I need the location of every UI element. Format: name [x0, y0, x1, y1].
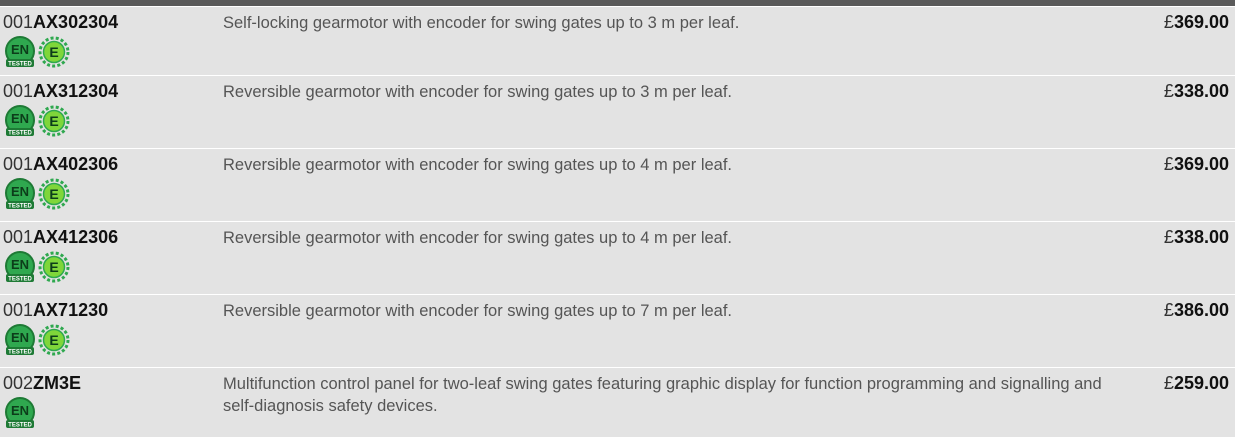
price-amount: 338.00: [1173, 227, 1229, 247]
price: £338.00: [1164, 81, 1229, 101]
energy-saving-e-icon: E: [38, 178, 70, 210]
svg-text:E: E: [49, 113, 58, 129]
product-description: Reversible gearmotor with encoder for sw…: [223, 156, 733, 174]
svg-text:TESTED: TESTED: [8, 62, 32, 68]
currency-symbol: £: [1163, 12, 1174, 32]
price: £369.00: [1164, 154, 1229, 174]
en-tested-icon: EN TESTED: [3, 396, 37, 430]
table-row: 002ZM3E EN TESTED Multifunction control …: [0, 367, 1235, 437]
table-row: 001AX412306 EN TESTED E Reversible gearm…: [0, 221, 1235, 294]
energy-saving-e-icon: E: [38, 36, 70, 68]
model-number: AX412306: [33, 227, 119, 247]
code-prefix: 002: [3, 373, 34, 393]
svg-text:E: E: [49, 186, 58, 202]
product-code: 001AX412306: [3, 227, 118, 247]
price: £386.00: [1164, 300, 1229, 320]
svg-text:EN: EN: [11, 257, 29, 272]
price-amount: 386.00: [1173, 300, 1229, 320]
product-code: 001AX302304: [3, 12, 118, 32]
model-number: AX402306: [33, 154, 119, 174]
code-prefix: 001: [3, 227, 34, 247]
certification-badges: EN TESTED E: [3, 323, 70, 357]
svg-text:EN: EN: [11, 184, 29, 199]
price: £259.00: [1164, 373, 1229, 393]
price-amount: 369.00: [1173, 12, 1229, 32]
product-description: Reversible gearmotor with encoder for sw…: [223, 302, 733, 320]
en-tested-icon: EN TESTED: [3, 177, 37, 211]
code-prefix: 001: [3, 154, 34, 174]
svg-text:TESTED: TESTED: [8, 350, 32, 356]
svg-text:TESTED: TESTED: [8, 204, 32, 210]
model-number: AX302304: [33, 12, 119, 32]
svg-text:EN: EN: [11, 330, 29, 345]
code-prefix: 001: [3, 12, 34, 32]
energy-saving-e-icon: E: [38, 105, 70, 137]
product-code: 001AX312304: [3, 81, 118, 101]
currency-symbol: £: [1163, 81, 1174, 101]
svg-text:TESTED: TESTED: [8, 423, 32, 429]
energy-saving-e-icon: E: [38, 251, 70, 283]
product-price-table: 001AX302304 EN TESTED E Self-locking gea…: [0, 6, 1235, 437]
model-number: AX71230: [33, 300, 109, 320]
model-number: AX312304: [33, 81, 119, 101]
certification-badges: EN TESTED: [3, 396, 37, 430]
price: £369.00: [1164, 12, 1229, 32]
svg-text:E: E: [49, 44, 58, 60]
svg-text:E: E: [49, 332, 58, 348]
energy-saving-e-icon: E: [38, 324, 70, 356]
product-code: 001AX71230: [3, 300, 108, 320]
certification-badges: EN TESTED E: [3, 177, 70, 211]
en-tested-icon: EN TESTED: [3, 104, 37, 138]
certification-badges: EN TESTED E: [3, 250, 70, 284]
currency-symbol: £: [1163, 154, 1174, 174]
table-row: 001AX71230 EN TESTED E Reversible gearmo…: [0, 294, 1235, 367]
en-tested-icon: EN TESTED: [3, 323, 37, 357]
table-row: 001AX302304 EN TESTED E Self-locking gea…: [0, 6, 1235, 75]
svg-text:EN: EN: [11, 111, 29, 126]
currency-symbol: £: [1163, 300, 1174, 320]
en-tested-icon: EN TESTED: [3, 35, 37, 69]
svg-text:TESTED: TESTED: [8, 131, 32, 137]
price-amount: 259.00: [1173, 373, 1229, 393]
svg-text:EN: EN: [11, 403, 29, 418]
product-code: 001AX402306: [3, 154, 118, 174]
product-description: Reversible gearmotor with encoder for sw…: [223, 83, 733, 101]
product-description: Multifunction control panel for two-leaf…: [223, 375, 1102, 415]
price-amount: 338.00: [1173, 81, 1229, 101]
certification-badges: EN TESTED E: [3, 104, 70, 138]
code-prefix: 001: [3, 81, 34, 101]
price: £338.00: [1164, 227, 1229, 247]
svg-text:TESTED: TESTED: [8, 277, 32, 283]
model-number: ZM3E: [33, 373, 82, 393]
svg-text:E: E: [49, 259, 58, 275]
price-amount: 369.00: [1173, 154, 1229, 174]
currency-symbol: £: [1163, 227, 1174, 247]
svg-text:EN: EN: [11, 42, 29, 57]
product-description: Reversible gearmotor with encoder for sw…: [223, 229, 733, 247]
product-description: Self-locking gearmotor with encoder for …: [223, 14, 740, 32]
code-prefix: 001: [3, 300, 34, 320]
table-row: 001AX402306 EN TESTED E Reversible gearm…: [0, 148, 1235, 221]
product-code: 002ZM3E: [3, 373, 81, 393]
currency-symbol: £: [1163, 373, 1174, 393]
certification-badges: EN TESTED E: [3, 35, 70, 69]
en-tested-icon: EN TESTED: [3, 250, 37, 284]
table-row: 001AX312304 EN TESTED E Reversible gearm…: [0, 75, 1235, 148]
